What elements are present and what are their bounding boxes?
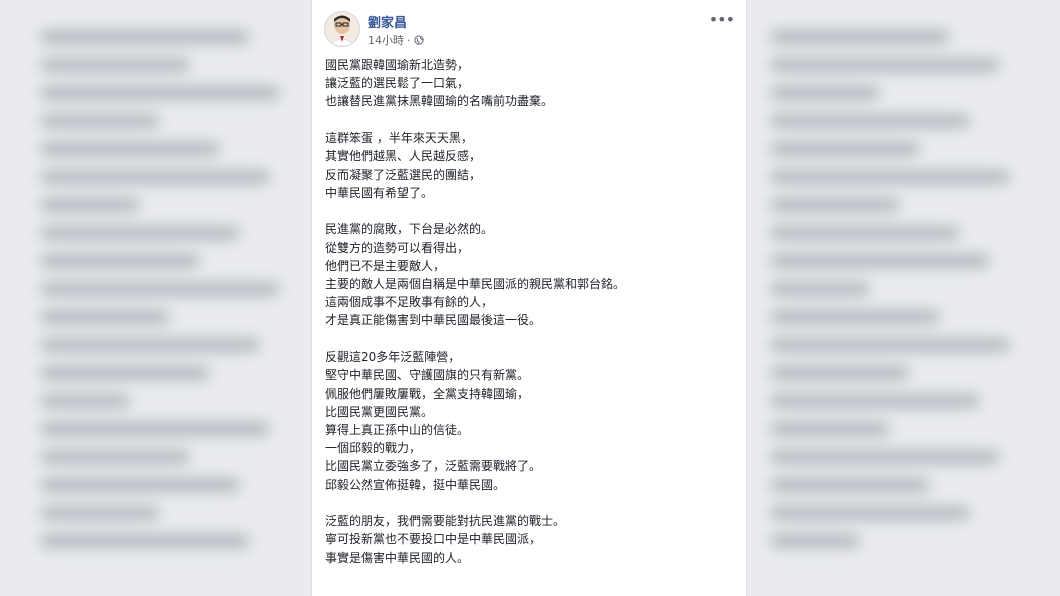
more-options-icon[interactable]: ••• [709,10,735,29]
post-meta: 14小時 · [368,32,424,48]
post-line: 也讓替民進黨抹黑韓國瑜的名嘴前功盡棄。 [325,94,554,109]
post-line: 堅守中華民國、守護國旗的只有新黨。 [325,368,530,383]
meta-separator: · [407,33,411,47]
post-line: 比國民黨立委強多了，泛藍需要戰將了。 [325,459,542,474]
person-photo-icon [325,12,359,46]
post-line: 主要的敵人是兩個自稱是中華民國派的親民黨和郭台銘。 [325,277,626,292]
post-line: 讓泛藍的選民鬆了一口氣， [325,76,470,91]
post-line: 邱毅公然宣佈挺韓，挺中華民國。 [325,477,506,492]
post-text: 國民黨跟韓國瑜新北造勢， 讓泛藍的選民鬆了一口氣， 也讓替民進黨抹黑韓國瑜的名嘴前功… [325,56,735,585]
post-line: 國民黨跟韓國瑜新北造勢， [325,58,470,72]
post-line: 其實他們越黑、人民越反感， [325,149,482,164]
post-line: 反而凝聚了泛藍選民的團結， [325,167,482,182]
post-line: 反觀這20多年泛藍陣營， [325,350,461,365]
post-line: 從雙方的造勢可以看得出， [325,240,470,255]
globe-icon [413,35,424,45]
post-line: 事實是傷害中華民國的人。 [325,550,470,565]
blurred-text-left [40,30,290,562]
post-timestamp[interactable]: 14小時 [368,32,404,48]
post-line: 泛藍的朋友，我們需要能對抗民進黨的戰士。 [325,514,566,529]
author-name[interactable]: 劉家昌 [368,12,407,31]
post-paragraph: 反觀這20多年泛藍陣營， 堅守中華民國、守護國旗的只有新黨。 佩服他們屢敗屢戰，全黨… [325,348,735,494]
post-paragraph: 泛藍的朋友，我們需要能對抗民進黨的戰士。 寧可投新黨也不要投口中是中華民國派， 事實… [325,512,735,567]
post-line: 中華民國有希望了。 [325,185,434,200]
avatar[interactable] [324,11,360,47]
post-line: 寧可投新黨也不要投口中是中華民國派， [325,532,542,547]
post-paragraph: 這群笨蛋 ，半年來天天黑， 其實他們越黑、人民越反感， 反而凝聚了泛藍選民的團結， 中… [325,129,735,202]
post-line: 這群笨蛋 ，半年來天天黑， [325,131,473,146]
blurred-text-right [770,30,1020,562]
post-line: 一個邱毅的戰力， [325,441,422,456]
post-line: 算得上真正孫中山的信徒。 [325,422,470,437]
post-line: 民進黨的腐敗，下台是必然的。 [325,222,494,237]
post-line: 佩服他們屢敗屢戰，全黨支持韓國瑜， [325,386,530,401]
facebook-post: 劉家昌 14小時 · ••• 國民黨跟韓國瑜新北造勢， 讓泛藍的選民鬆了一口氣， 也… [311,0,747,596]
post-line: 這兩個成事不足敗事有餘的人， [325,295,494,310]
post-header: 劉家昌 14小時 · ••• [312,0,746,60]
post-line: 才是真正能傷害到中華民國最後這一役。 [325,313,542,328]
post-paragraph: 國民黨跟韓國瑜新北造勢， 讓泛藍的選民鬆了一口氣， 也讓替民進黨抹黑韓國瑜的名嘴前功… [325,56,735,111]
post-paragraph: 民進黨的腐敗，下台是必然的。 從雙方的造勢可以看得出， 他們已不是主要敵人， 主要的敵… [325,220,735,329]
post-line: 他們已不是主要敵人， [325,258,446,273]
post-line: 比國民黨更國民黨。 [325,404,434,419]
